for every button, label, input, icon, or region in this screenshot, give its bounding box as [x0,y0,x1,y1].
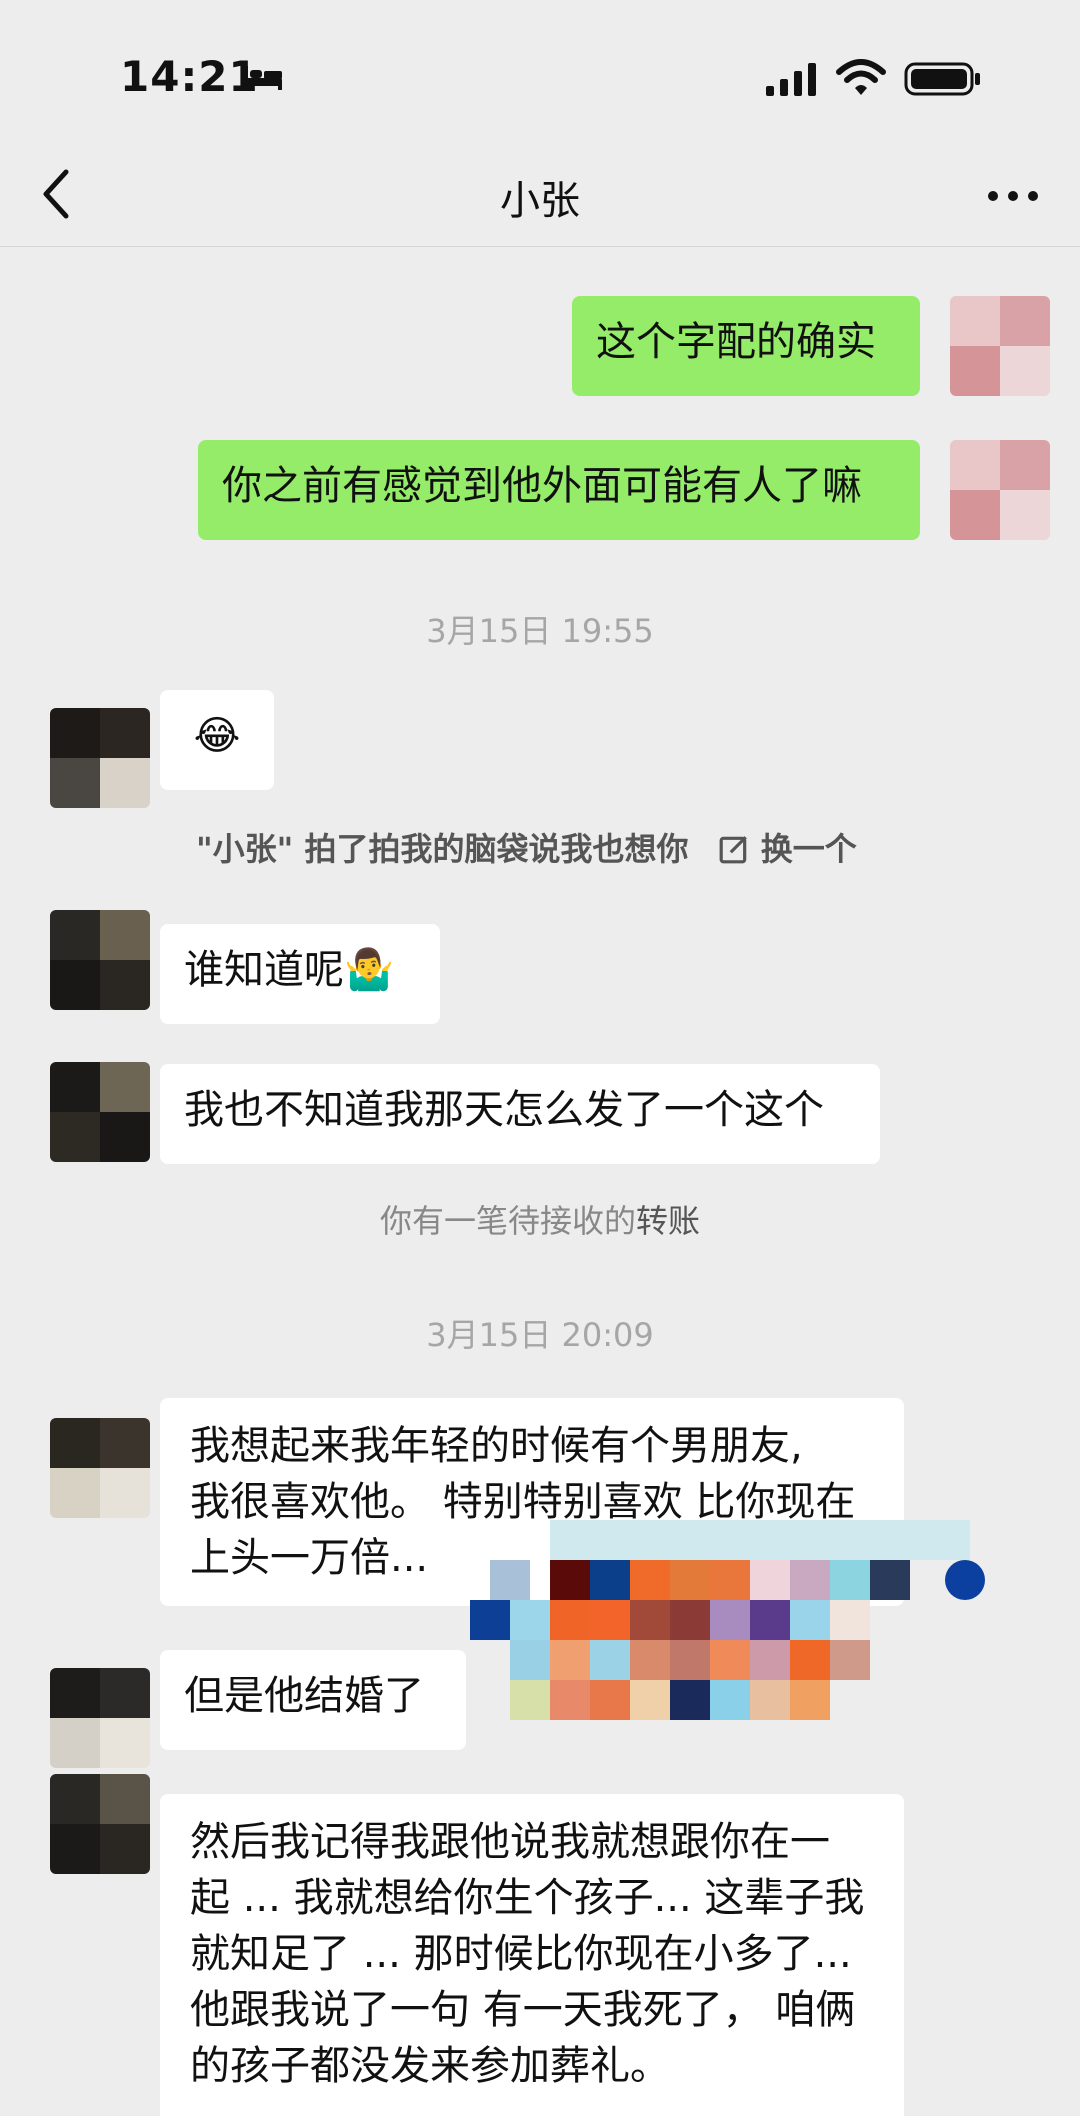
their-message-bubble[interactable]: 谁知道呢🤷‍♂️ [160,924,440,1024]
contact-avatar[interactable] [50,1418,150,1518]
message-line: 的孩子都没发来参加葬礼。 [190,2043,670,2089]
status-time: 14:21 [120,52,259,101]
contact-avatar[interactable] [50,910,150,1010]
transfer-notice: 你有一笔待接收的转账 [0,1196,1080,1242]
message-line: 就知足了 ... 那时候比你现在小多了... [190,1931,852,1977]
message-line: 我想起来我年轻的时候有个男朋友, [190,1423,803,1469]
pat-notice-text: "小张" 拍了拍我的脑袋说我也想你 [196,830,689,868]
laughing-emoji: 😂 [193,713,241,759]
message-line: 然后我记得我跟他说我就想跟你在一 [190,1819,830,1865]
my-avatar[interactable] [950,440,1050,540]
contact-avatar[interactable] [50,708,150,808]
transfer-link[interactable]: 转账 [636,1202,700,1240]
censored-mosaic [470,1520,985,1720]
their-message-bubble[interactable]: 我也不知道我那天怎么发了一个这个 [160,1064,880,1164]
their-message-bubble[interactable]: 😂 [160,690,274,790]
transfer-notice-text: 你有一笔待接收的 [379,1202,636,1240]
contact-avatar[interactable] [50,1062,150,1162]
my-message-bubble[interactable]: 这个字配的确实 [572,296,920,396]
change-pat-link[interactable]: 换一个 [761,830,857,868]
contact-avatar[interactable] [50,1668,150,1768]
their-message-bubble[interactable]: 但是他结婚了 [160,1650,466,1750]
chat-title: 小张 [500,178,580,224]
wifi-icon [836,59,886,95]
bed-icon [244,66,282,90]
timestamp: 3月15日 19:55 [426,612,654,650]
message-line: 他跟我说了一句 有一天我死了， 咱俩 [190,1987,856,2033]
message-text: 但是他结婚了 [184,1673,424,1719]
nav-bar: 小张 [0,140,1080,247]
my-avatar[interactable] [950,296,1050,396]
message-text: 这个字配的确实 [596,319,876,365]
more-icon[interactable] [985,168,1041,224]
message-text: 谁知道呢🤷‍♂️ [184,947,394,993]
battery-icon [904,62,980,96]
their-message-bubble[interactable]: 然后我记得我跟他说我就想跟你在一 起 ... 我就想给你生个孩子... 这辈子我… [160,1794,904,2116]
message-text: 我也不知道我那天怎么发了一个这个 [184,1087,824,1133]
edit-icon[interactable] [718,833,750,865]
contact-avatar[interactable] [50,1774,150,1874]
pat-notice: "小张" 拍了拍我的脑袋说我也想你 换一个 [196,824,857,870]
my-message-bubble[interactable]: 你之前有感觉到他外面可能有人了嘛 [198,440,920,540]
signal-icon [766,63,816,96]
message-text: 你之前有感觉到他外面可能有人了嘛 [222,463,862,509]
timestamp: 3月15日 20:09 [426,1316,654,1354]
message-line: 起 ... 我就想给你生个孩子... 这辈子我 [190,1875,865,1921]
